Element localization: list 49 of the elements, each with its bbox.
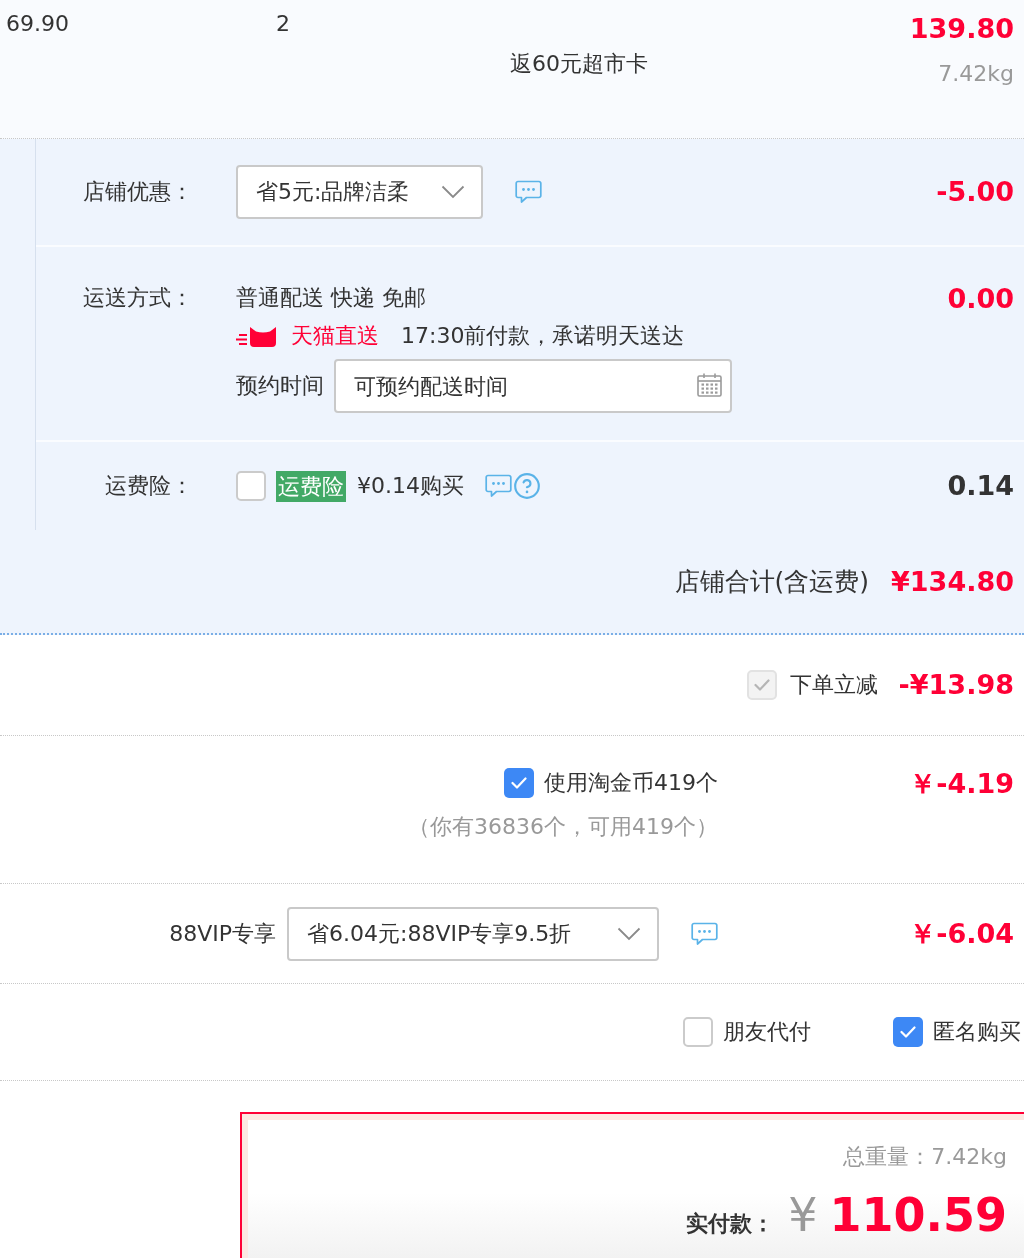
help-icon[interactable]: [514, 473, 540, 499]
chat-icon[interactable]: [485, 474, 512, 498]
checkbox[interactable]: [236, 471, 266, 501]
coin-label: 使用淘金币419个: [544, 769, 718, 797]
checkmark-icon: [900, 1026, 916, 1038]
checkmark-icon: [753, 679, 770, 691]
vip-coupon-select[interactable]: 省6.04元:88VIP专享9.5折: [287, 906, 659, 961]
discount-amount: -¥13.98: [898, 669, 1014, 701]
option-label: 朋友代付: [723, 1018, 811, 1046]
discount-label: 下单立减: [789, 671, 878, 699]
chevron-down-icon: [617, 926, 641, 941]
checkbox[interactable]: [683, 1017, 713, 1047]
coupon-select[interactable]: 省5元:品牌洁柔: [236, 165, 483, 219]
field-label: 运送方式：: [83, 284, 193, 312]
vip-label: 88VIP专享: [169, 919, 276, 948]
currency-symbol: ¥: [788, 1190, 818, 1240]
subtotal-price: 139.80: [909, 13, 1014, 45]
date-input-field[interactable]: 可预约配送时间: [334, 359, 732, 413]
store-total-amount: ¥134.80: [891, 565, 1014, 598]
chat-icon[interactable]: [515, 180, 542, 204]
shipping-amount: 0.00: [947, 283, 1014, 315]
unit-price: 69.90: [6, 11, 69, 36]
field-label: 店铺优惠：: [83, 178, 193, 206]
shipping-method-text: 普通配送 快递 免邮: [236, 284, 426, 312]
insurance-tag: 运费险: [276, 470, 346, 502]
calendar-icon[interactable]: [697, 373, 722, 397]
checkbox[interactable]: [893, 1017, 923, 1047]
insurance-price-text: ¥0.14购买: [357, 472, 464, 500]
appointment-label: 预约时间: [236, 372, 324, 400]
delivery-promise-text: 17:30前付款，承诺明天送达: [401, 322, 685, 350]
pay-label: 实付款：: [686, 1210, 775, 1238]
vip-amount: ￥-6.04: [909, 917, 1014, 950]
quantity-text: 2: [276, 10, 290, 38]
coin-note: （你有36836个，可用419个）: [408, 813, 718, 841]
delivery-service-text: 天猫直送: [291, 322, 379, 350]
chat-icon[interactable]: [691, 921, 718, 946]
discount-amount: -5.00: [936, 176, 1014, 208]
total-weight-text: 总重量：7.42kg: [843, 1143, 1007, 1171]
checkbox[interactable]: [504, 768, 534, 798]
field-label: 运费险：: [105, 472, 193, 500]
chevron-down-icon: [441, 185, 465, 199]
weight-text: 7.42kg: [938, 60, 1014, 88]
coin-amount: ￥-4.19: [909, 768, 1014, 800]
insurance-amount: 0.14: [947, 470, 1014, 502]
store-total-label: 店铺合计(含运费): [674, 565, 869, 598]
promo-text: 返60元超市卡: [510, 50, 648, 78]
option-label: 匿名购买: [933, 1018, 1021, 1046]
checkmark-icon: [511, 777, 527, 789]
pay-total: 110.59: [829, 1190, 1007, 1240]
